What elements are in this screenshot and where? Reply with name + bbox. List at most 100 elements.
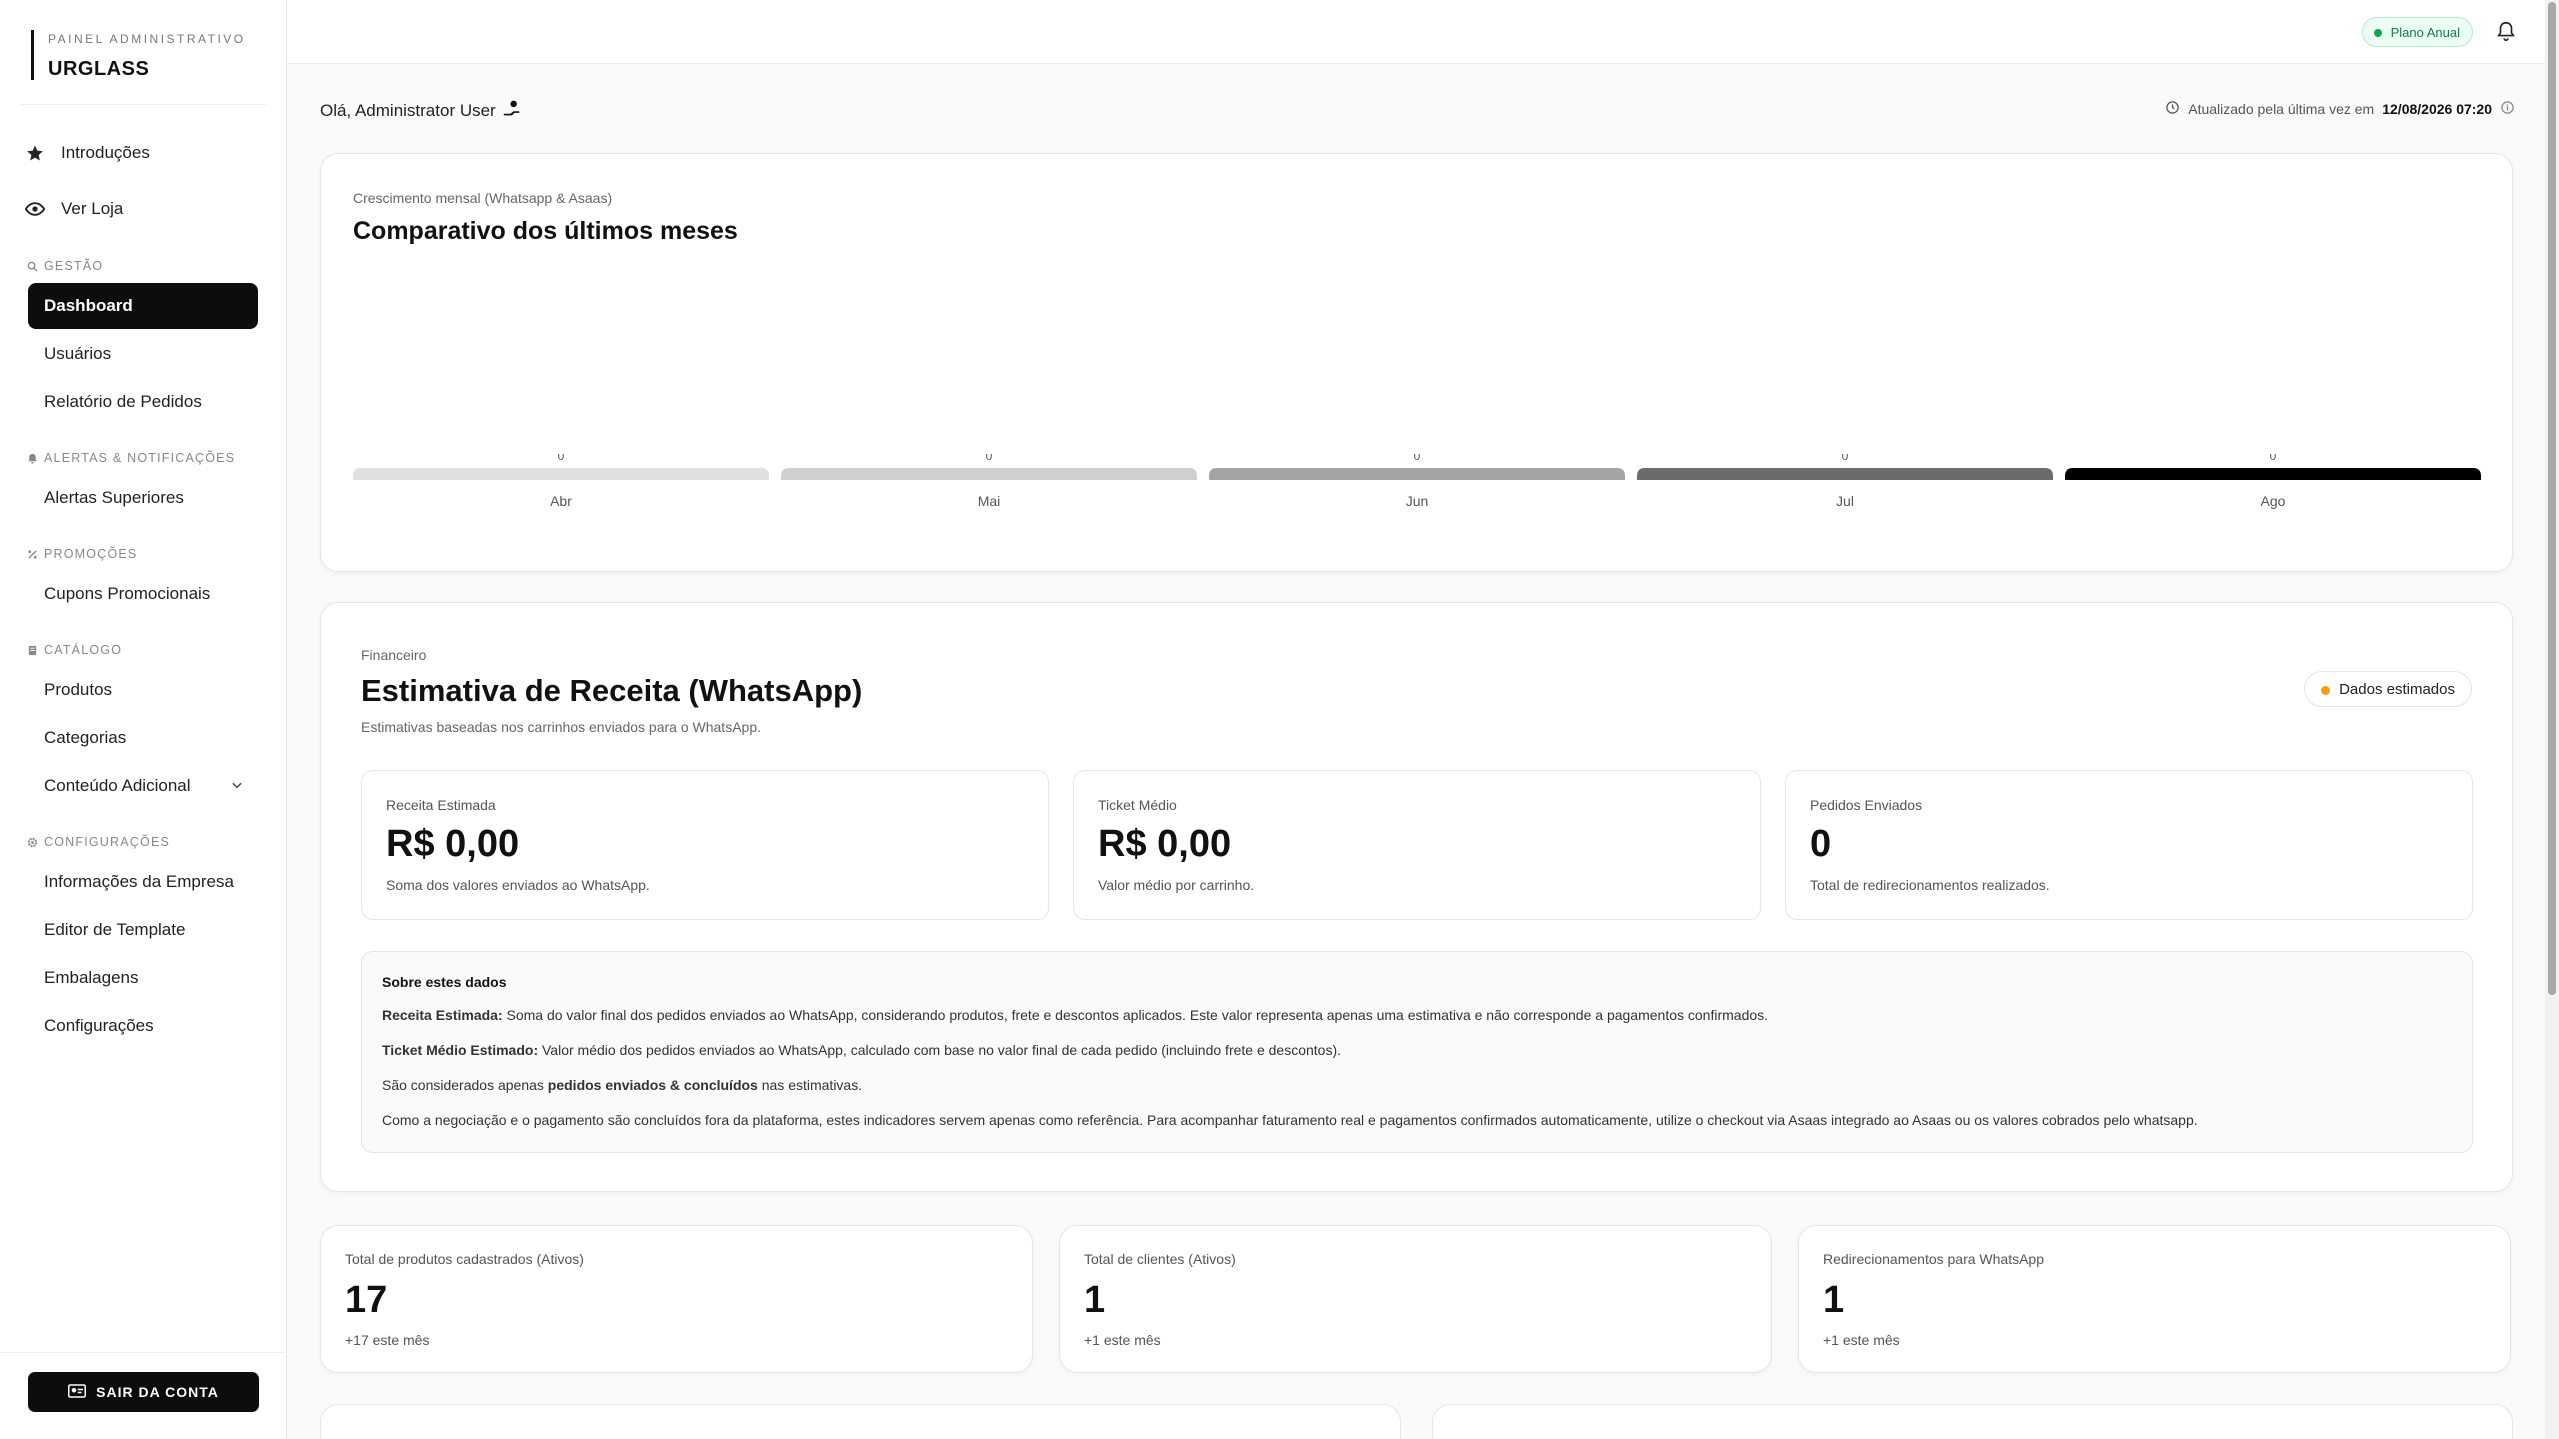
top-header: Plano Anual bbox=[287, 0, 2545, 64]
brand: PAINEL ADMINISTRATIVO URGLASS bbox=[31, 30, 246, 80]
estimated-data-badge: Dados estimados bbox=[2304, 671, 2472, 707]
data-label-jul: 0 bbox=[1842, 454, 1849, 463]
star-icon bbox=[25, 143, 45, 163]
bar-abr[interactable] bbox=[353, 468, 769, 480]
bar-ago[interactable] bbox=[2065, 468, 2481, 480]
sidebar-item-produtos[interactable]: Produtos bbox=[28, 667, 258, 713]
section-promocoes: PROMOÇÕES bbox=[26, 547, 137, 561]
sidebar-item-conteudo-adicional[interactable]: Conteúdo Adicional bbox=[28, 763, 258, 809]
scrollbar-track[interactable] bbox=[2545, 0, 2559, 1439]
sidebar-item-info-empresa[interactable]: Informações da Empresa bbox=[28, 859, 258, 905]
metric-desc: Valor médio por carrinho. bbox=[1098, 877, 1255, 893]
section-catalogo-label: CATÁLOGO bbox=[44, 643, 123, 657]
sidebar-item-cupons[interactable]: Cupons Promocionais bbox=[28, 571, 258, 617]
scrollbar-thumb[interactable] bbox=[2548, 2, 2556, 995]
sidebar-item-usuarios[interactable]: Usuários bbox=[28, 331, 258, 377]
percent-icon bbox=[26, 548, 38, 560]
about-ticket-text: Valor médio dos pedidos enviados ao What… bbox=[538, 1042, 1342, 1058]
sidebar-item-configuracoes[interactable]: Configurações bbox=[28, 1003, 258, 1049]
x-tick-jun: Jun bbox=[1406, 493, 1429, 509]
metric-pedidos-enviados: Pedidos Enviados 0 Total de redirecionam… bbox=[1785, 770, 2473, 920]
sidebar-item-categorias[interactable]: Categorias bbox=[28, 715, 258, 761]
last-updated-prefix: Atualizado pela última vez em bbox=[2188, 101, 2375, 117]
stat-label: Redirecionamentos para WhatsApp bbox=[1823, 1251, 2045, 1267]
data-label-abr: 0 bbox=[558, 454, 565, 463]
chart-eyebrow: Crescimento mensal (Whatsapp & Asaas) bbox=[353, 190, 613, 206]
notifications-bell-icon[interactable] bbox=[2495, 20, 2517, 42]
last-updated: Atualizado pela última vez em 12/08/2026… bbox=[2165, 100, 2515, 118]
metric-ticket-medio: Ticket Médio R$ 0,00 Valor médio por car… bbox=[1073, 770, 1761, 920]
greeting-text: Olá, Administrator User bbox=[320, 100, 496, 120]
bell-icon bbox=[26, 452, 38, 464]
data-label-mai: 0 bbox=[986, 454, 993, 463]
stat-value: 1 bbox=[1823, 1279, 1845, 1321]
hand-user-icon bbox=[502, 99, 522, 122]
logout-button[interactable]: SAIR DA CONTA bbox=[28, 1372, 259, 1412]
stat-desc: +17 este mês bbox=[345, 1332, 430, 1348]
metric-label: Ticket Médio bbox=[1098, 797, 1177, 813]
sidebar-item-relatorio-pedidos[interactable]: Relatório de Pedidos bbox=[28, 379, 258, 425]
sidebar-item-embalagens[interactable]: Embalagens bbox=[28, 955, 258, 1001]
about-heading: Sobre estes dados bbox=[382, 974, 507, 990]
monthly-comparison-card: Crescimento mensal (Whatsapp & Asaas) Co… bbox=[320, 153, 2513, 572]
nav-introducoes[interactable]: Introduções bbox=[25, 143, 150, 163]
about-considered-post: nas estimativas. bbox=[757, 1077, 863, 1093]
bar-chart: 0 Abr 0 Mai 0 Jun 0 Jul 0 Ago bbox=[353, 454, 2481, 509]
book-icon bbox=[26, 644, 38, 656]
stat-label: Total de produtos cadastrados (Ativos) bbox=[345, 1251, 584, 1267]
bottom-card-right bbox=[1432, 1404, 2513, 1439]
metric-value: R$ 0,00 bbox=[1098, 823, 1232, 865]
logout-label: SAIR DA CONTA bbox=[96, 1384, 219, 1400]
section-gestao-label: GESTÃO bbox=[44, 259, 104, 273]
metric-value: 0 bbox=[1810, 823, 1832, 865]
section-configuracoes-label: CONFIGURAÇÕES bbox=[44, 835, 171, 849]
sidebar-item-editor-template[interactable]: Editor de Template bbox=[28, 907, 258, 953]
last-updated-datetime: 12/08/2026 07:20 bbox=[2382, 101, 2492, 117]
stat-label: Total de clientes (Ativos) bbox=[1084, 1251, 1236, 1267]
bar-jun[interactable] bbox=[1209, 468, 1625, 480]
nav-ver-loja[interactable]: Ver Loja bbox=[25, 199, 123, 219]
about-data-box: Sobre estes dados Receita Estimada: Soma… bbox=[361, 951, 2473, 1153]
stat-desc: +1 este mês bbox=[1823, 1332, 1900, 1348]
fin-subtitle: Estimativas baseadas nos carrinhos envia… bbox=[361, 719, 761, 735]
section-gestao: GESTÃO bbox=[26, 259, 103, 273]
chevron-down-icon bbox=[230, 777, 244, 797]
divider bbox=[0, 1352, 286, 1353]
stat-redirecionamentos: Redirecionamentos para WhatsApp 1 +1 est… bbox=[1798, 1225, 2511, 1373]
eye-icon bbox=[25, 199, 45, 219]
gear-icon bbox=[26, 836, 38, 848]
logout-icon bbox=[68, 1383, 87, 1401]
stat-value: 17 bbox=[345, 1279, 388, 1321]
x-tick-mai: Mai bbox=[978, 493, 1001, 509]
bar-jul[interactable] bbox=[1637, 468, 2053, 480]
about-considered-pre: São considerados apenas bbox=[382, 1077, 548, 1093]
section-promocoes-label: PROMOÇÕES bbox=[44, 547, 138, 561]
search-icon bbox=[26, 260, 38, 272]
info-icon[interactable] bbox=[2500, 100, 2515, 118]
about-receita-label: Receita Estimada: bbox=[382, 1007, 503, 1023]
clock-icon bbox=[2165, 100, 2180, 118]
brand-subtitle: PAINEL ADMINISTRATIVO bbox=[48, 32, 246, 46]
section-alertas-label: ALERTAS & NOTIFICAÇÕES bbox=[44, 451, 236, 465]
fin-title: Estimativa de Receita (WhatsApp) bbox=[361, 673, 863, 708]
bar-mai[interactable] bbox=[781, 468, 1197, 480]
stat-value: 1 bbox=[1084, 1279, 1106, 1321]
sidebar-item-alertas-superiores[interactable]: Alertas Superiores bbox=[28, 475, 258, 521]
about-note: Como a negociação e o pagamento são conc… bbox=[382, 1112, 2198, 1128]
sidebar-item-dashboard[interactable]: Dashboard bbox=[28, 283, 258, 329]
nav-introducoes-label: Introduções bbox=[61, 143, 150, 162]
metric-value: R$ 0,00 bbox=[386, 823, 520, 865]
about-considered-bold: pedidos enviados & concluídos bbox=[547, 1077, 758, 1093]
stat-desc: +1 este mês bbox=[1084, 1332, 1161, 1348]
metric-desc: Total de redirecionamentos realizados. bbox=[1810, 877, 2050, 893]
x-tick-jul: Jul bbox=[1836, 493, 1854, 509]
metric-receita-estimada: Receita Estimada R$ 0,00 Soma dos valore… bbox=[361, 770, 1049, 920]
about-considered: São considerados apenas pedidos enviados… bbox=[382, 1077, 862, 1093]
chart-title: Comparativo dos últimos meses bbox=[353, 217, 738, 245]
x-tick-ago: Ago bbox=[2261, 493, 2286, 509]
stat-clientes: Total de clientes (Ativos) 1 +1 este mês bbox=[1059, 1225, 1772, 1373]
about-receita-text: Soma do valor final dos pedidos enviados… bbox=[502, 1007, 1769, 1023]
section-configuracoes: CONFIGURAÇÕES bbox=[26, 835, 170, 849]
plan-badge: Plano Anual bbox=[2361, 17, 2473, 47]
data-label-ago: 0 bbox=[2270, 454, 2277, 463]
